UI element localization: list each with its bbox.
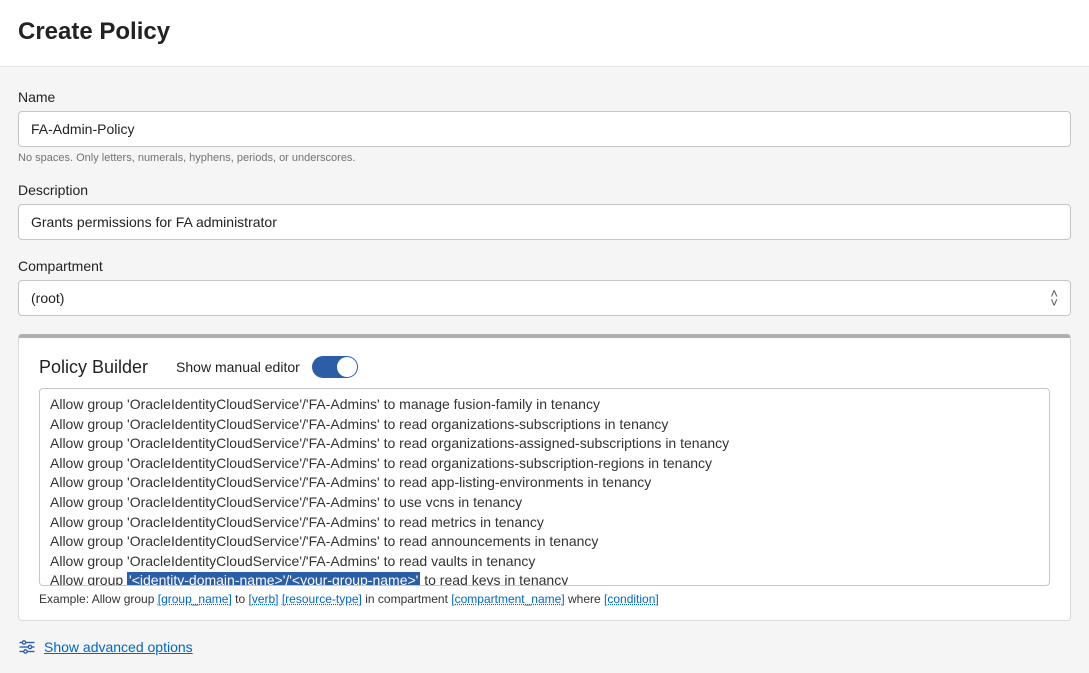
description-input[interactable] bbox=[18, 204, 1071, 240]
policy-statement[interactable]: Allow group 'OracleIdentityCloudService'… bbox=[50, 454, 1039, 474]
description-label: Description bbox=[18, 182, 1071, 198]
name-label: Name bbox=[18, 89, 1071, 105]
manual-editor-toggle[interactable] bbox=[312, 356, 358, 378]
compartment-label: Compartment bbox=[18, 258, 1071, 274]
example-group-name-link[interactable]: [group_name] bbox=[158, 592, 232, 606]
policy-builder-panel: Policy Builder Show manual editor Allow … bbox=[18, 334, 1071, 621]
policy-statement[interactable]: Allow group 'OracleIdentityCloudService'… bbox=[50, 434, 1039, 454]
policy-editor[interactable]: Allow group 'OracleIdentityCloudService'… bbox=[39, 388, 1050, 586]
advanced-options-row: Show advanced options bbox=[0, 621, 1089, 673]
name-input[interactable] bbox=[18, 111, 1071, 147]
compartment-select[interactable]: (root) bbox=[18, 280, 1071, 316]
show-advanced-options-link[interactable]: Show advanced options bbox=[44, 639, 193, 655]
sliders-icon bbox=[18, 639, 36, 655]
example-condition-link[interactable]: [condition] bbox=[604, 592, 659, 606]
policy-statement[interactable]: Allow group 'OracleIdentityCloudService'… bbox=[50, 493, 1039, 513]
policy-statement[interactable]: Allow group 'OracleIdentityCloudService'… bbox=[50, 395, 1039, 415]
chevron-updown-icon bbox=[1050, 289, 1058, 307]
page-header: Create Policy bbox=[0, 0, 1089, 67]
policy-statement[interactable]: Allow group 'OracleIdentityCloudService'… bbox=[50, 552, 1039, 572]
toggle-knob bbox=[337, 357, 357, 377]
example-verb-link[interactable]: [verb] bbox=[248, 592, 278, 606]
policy-statement[interactable]: Allow group 'OracleIdentityCloudService'… bbox=[50, 415, 1039, 435]
form-area: Name No spaces. Only letters, numerals, … bbox=[0, 67, 1089, 316]
policy-statement[interactable]: Allow group 'OracleIdentityCloudService'… bbox=[50, 532, 1039, 552]
page-title: Create Policy bbox=[18, 18, 1071, 46]
policy-example: Example: Allow group [group_name] to [ve… bbox=[39, 592, 1050, 606]
example-resource-type-link[interactable]: [resource-type] bbox=[282, 592, 362, 606]
policy-statement[interactable]: Allow group 'OracleIdentityCloudService'… bbox=[50, 473, 1039, 493]
policy-statement[interactable]: Allow group 'OracleIdentityCloudService'… bbox=[50, 513, 1039, 533]
name-field-group: Name No spaces. Only letters, numerals, … bbox=[18, 89, 1071, 164]
toggle-section: Show manual editor bbox=[176, 356, 358, 378]
name-hint: No spaces. Only letters, numerals, hyphe… bbox=[18, 152, 1071, 164]
toggle-label: Show manual editor bbox=[176, 359, 300, 375]
policy-editor-content[interactable]: Allow group 'OracleIdentityCloudService'… bbox=[40, 389, 1049, 585]
policy-statement[interactable]: Allow group '<identity-domain-name>'/'<y… bbox=[50, 571, 1039, 585]
example-compartment-name-link[interactable]: [compartment_name] bbox=[451, 592, 564, 606]
description-field-group: Description bbox=[18, 182, 1071, 240]
compartment-field-group: Compartment (root) bbox=[18, 258, 1071, 316]
policy-builder-title: Policy Builder bbox=[39, 357, 148, 378]
policy-header: Policy Builder Show manual editor bbox=[39, 356, 1050, 378]
compartment-value: (root) bbox=[19, 281, 1070, 315]
placeholder-highlight[interactable]: '<identity-domain-name>'/'<your-group-na… bbox=[127, 572, 420, 585]
